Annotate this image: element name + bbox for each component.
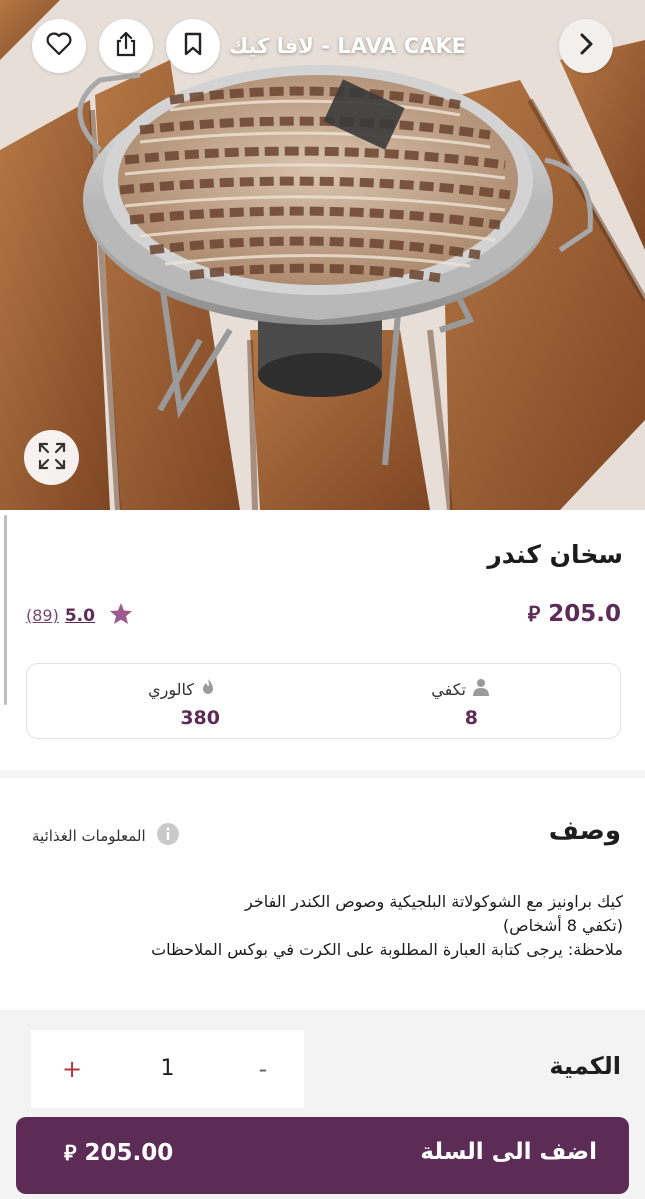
add-to-cart-button[interactable]: اضف الى السلة ⃁ 205.00	[16, 1117, 629, 1194]
favorite-button[interactable]	[32, 19, 86, 73]
share-button[interactable]	[99, 19, 153, 73]
description-line: (تكفي 8 أشخاص)	[503, 916, 623, 935]
description-text: كيك براونيز مع الشوكولاتة البلجيكية وصوص…	[23, 890, 623, 962]
riyal-icon: ⃁	[527, 602, 541, 626]
chevron-right-icon	[577, 32, 595, 60]
rating-summary[interactable]: (89) 5.0	[26, 602, 133, 629]
scrollbar[interactable]	[4, 515, 7, 705]
person-icon	[472, 678, 490, 700]
description-line: كيك براونيز مع الشوكولاتة البلجيكية وصوص…	[245, 892, 623, 911]
section-divider	[0, 770, 645, 778]
calories-label: كالوري	[148, 678, 216, 700]
increase-quantity-button[interactable]: +	[37, 1030, 107, 1108]
serves-info: تكفي 8	[323, 664, 620, 740]
calories-info: كالوري 380	[27, 664, 324, 740]
bookmark-button[interactable]	[166, 19, 220, 73]
product-photo-illustration	[0, 0, 645, 510]
header-title: لافا كيك - LAVA CAKE	[229, 34, 467, 58]
info-icon[interactable]	[156, 822, 180, 850]
description-line: ملاحظة: يرجى كتابة العبارة المطلوبة على …	[151, 940, 623, 959]
star-icon	[109, 602, 133, 629]
description-title: وصف	[548, 816, 621, 846]
product-facts-card: تكفي 8 كالوري 380	[26, 663, 621, 739]
nutrition-info-link[interactable]: المعلومات الغذائية	[32, 822, 180, 850]
add-to-cart-label: اضف الى السلة	[420, 1139, 597, 1165]
heart-icon	[46, 32, 72, 60]
quantity-title: الكمية	[549, 1052, 621, 1080]
flame-icon	[200, 678, 216, 700]
decrease-quantity-button[interactable]: -	[228, 1030, 298, 1108]
bookmark-icon	[182, 31, 204, 61]
price-value: 205.0	[548, 600, 621, 627]
rating-score: 5.0	[64, 605, 95, 626]
product-image: لافا كيك - LAVA CAKE	[0, 0, 645, 510]
riyal-icon: ⃁	[64, 1141, 77, 1165]
cart-total: ⃁ 205.00	[64, 1139, 173, 1166]
nutrition-info-label[interactable]: المعلومات الغذائية	[32, 827, 146, 845]
expand-image-button[interactable]	[24, 430, 79, 485]
expand-icon	[37, 441, 67, 475]
serves-label: تكفي	[431, 678, 490, 700]
calories-value: 380	[180, 707, 220, 729]
quantity-value: 1	[160, 1056, 175, 1081]
back-button[interactable]	[559, 19, 613, 73]
serves-value: 8	[464, 707, 478, 729]
rating-count[interactable]: (89)	[26, 606, 59, 625]
share-icon	[113, 30, 139, 62]
cart-total-value: 205.00	[84, 1139, 174, 1166]
product-price: ⃁ 205.0	[528, 600, 621, 627]
quantity-stepper: + 1 -	[31, 1030, 304, 1108]
product-name: سخان كندر	[487, 540, 623, 569]
